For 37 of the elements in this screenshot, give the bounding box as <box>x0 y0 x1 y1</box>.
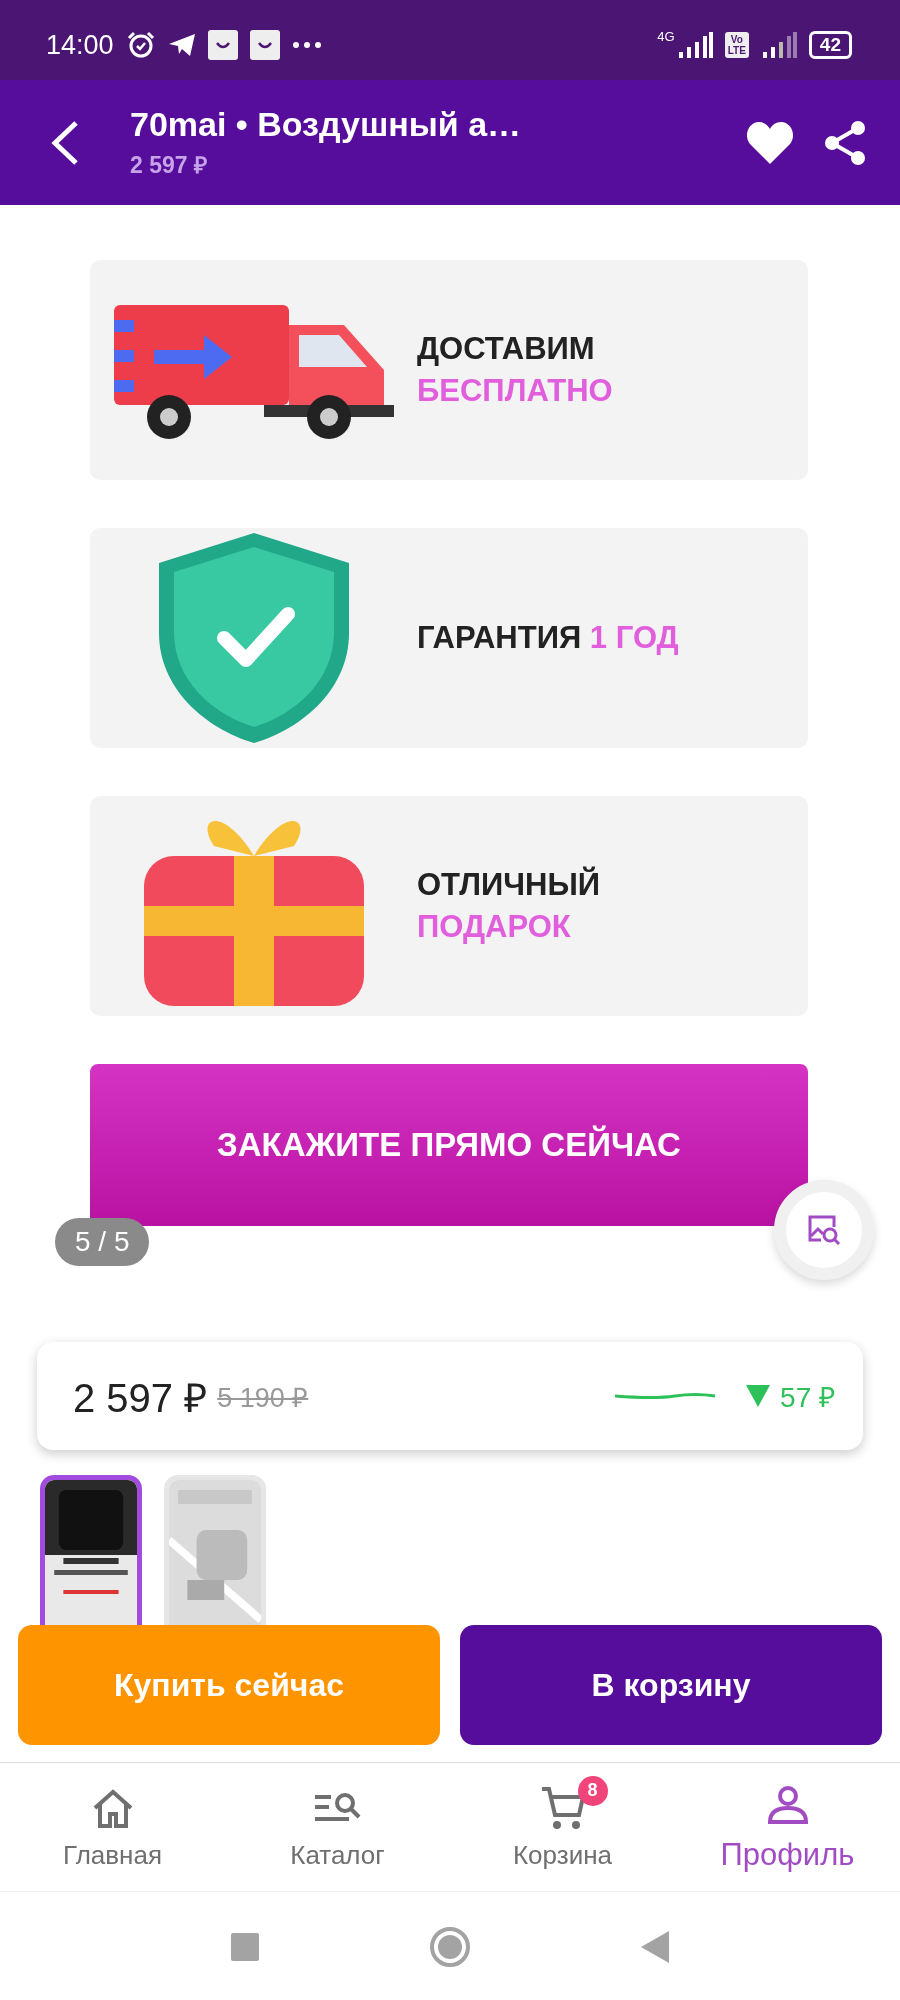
promo-heading: ОТЛИЧНЫЙ <box>417 867 601 903</box>
down-triangle-icon <box>746 1385 771 1407</box>
battery-indicator: 42 <box>808 31 852 59</box>
cart-icon <box>539 1784 586 1831</box>
old-price: 5 190 ₽ <box>217 1381 309 1415</box>
promo-heading: БЕСПЛАТНО <box>417 373 613 409</box>
signal-icon <box>760 32 797 58</box>
image-counter: 5 / 5 <box>55 1218 150 1266</box>
heart-icon[interactable] <box>746 121 794 164</box>
bag-icon <box>249 30 280 60</box>
product-title: 70mai • Воздушный а… <box>130 105 523 144</box>
image-search-button[interactable] <box>774 1180 874 1280</box>
nav-tab[interactable]: Главная <box>0 1763 225 1891</box>
person-icon <box>766 1786 809 1824</box>
network-label: 4G <box>657 28 675 44</box>
back-icon[interactable] <box>50 119 80 166</box>
signal-icon <box>676 32 713 58</box>
volte-badge: Vo LTE <box>724 32 749 58</box>
alarm-icon <box>125 30 156 60</box>
image-search-icon <box>807 1214 841 1246</box>
current-price: 2 597 ₽ <box>73 1374 208 1422</box>
product-price: 2 597 ₽ <box>130 151 208 180</box>
nav-tab[interactable]: 8 Корзина <box>450 1763 675 1891</box>
add-to-cart-button[interactable]: В корзину <box>460 1625 882 1745</box>
promo-heading: ПОДАРОК <box>417 909 572 945</box>
share-icon[interactable] <box>822 119 868 166</box>
paper-plane-icon <box>167 33 196 57</box>
order-banner: ЗАКАЖИТЕ ПРЯМО СЕЙЧАС <box>90 1064 808 1226</box>
promo-heading: ДОСТАВИМ <box>417 331 596 367</box>
bag-icon <box>207 30 238 60</box>
cart-count-badge: 8 <box>577 1775 608 1806</box>
promo-heading: ГАРАНТИЯ 1 ГОД <box>417 620 679 656</box>
more-icon <box>291 41 322 49</box>
nav-tab[interactable]: Профиль <box>675 1763 900 1891</box>
status-time: 14:00 <box>46 29 114 61</box>
nav-tab[interactable]: Каталог <box>225 1763 450 1891</box>
price-change: 57 ₽ <box>780 1381 835 1415</box>
